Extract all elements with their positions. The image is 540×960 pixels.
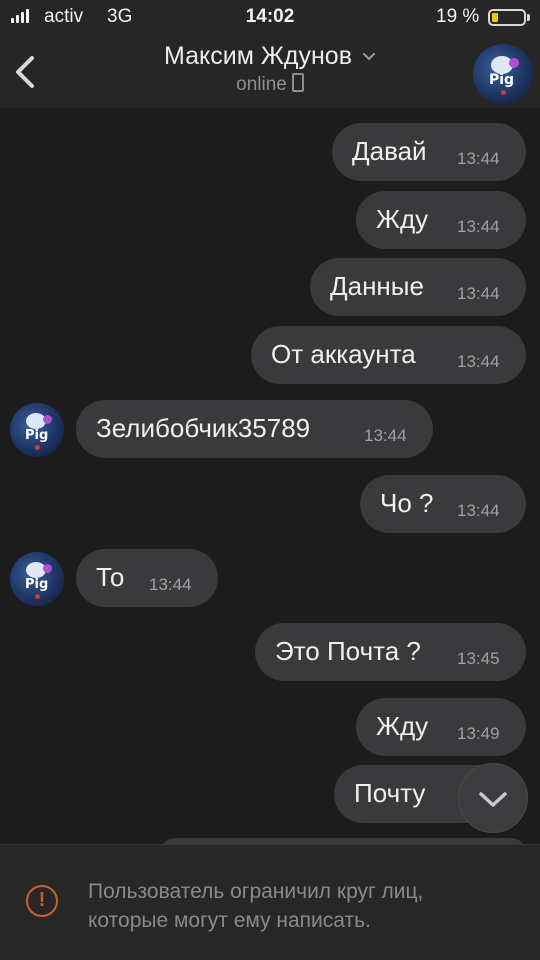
contact-name: Максим Ждунов xyxy=(164,42,352,70)
message-bubble-outgoing[interactable]: Жду 13:49 xyxy=(356,698,526,756)
status-text: online xyxy=(236,74,287,95)
restriction-line: Пользователь ограничил круг лиц, xyxy=(88,880,424,903)
message-bubble-incoming[interactable]: Зелибобчик35789 13:44 xyxy=(76,400,433,458)
message-bubble-outgoing[interactable]: Данные 13:44 xyxy=(310,258,526,316)
avatar-art xyxy=(43,415,52,424)
message-text: Жду xyxy=(376,204,429,234)
sender-avatar[interactable]: Pig xyxy=(10,403,64,457)
chevron-down-icon xyxy=(479,792,507,807)
sender-avatar[interactable]: Pig xyxy=(10,552,64,606)
exclamation-circle-icon: ! xyxy=(26,885,58,917)
battery-icon xyxy=(488,9,526,26)
restriction-line: которые могут ему написать. xyxy=(88,909,371,932)
chat-header: Максим Ждунов online Pig xyxy=(0,36,540,109)
message-time: 13:44 xyxy=(457,149,500,168)
avatar-label: Pig xyxy=(25,428,49,443)
avatar-label: Pig xyxy=(25,577,49,592)
avatar-art xyxy=(509,58,519,68)
battery-percent: 19 % xyxy=(436,6,480,27)
message-text: Давай xyxy=(352,136,427,166)
message-bubble-incoming[interactable]: То 13:44 xyxy=(76,549,218,607)
battery-tip xyxy=(527,14,530,21)
message-time: 13:44 xyxy=(457,284,500,303)
message-time: 13:44 xyxy=(457,352,500,371)
message-time: 13:44 xyxy=(149,575,192,594)
message-text: Жду xyxy=(376,711,429,741)
message-text: Данные xyxy=(330,271,424,301)
message-list[interactable]: Давай 13:44 Жду 13:44 Данные 13:44 От ак… xyxy=(0,108,540,868)
message-time: 13:44 xyxy=(364,426,407,445)
message-time: 13:44 xyxy=(457,217,500,236)
message-text: Зелибобчик35789 xyxy=(96,413,311,443)
status-bar: activ 3G 14:02 19 % xyxy=(0,0,540,36)
avatar-art xyxy=(35,594,40,599)
message-bubble-outgoing[interactable]: Жду 13:44 xyxy=(356,191,526,249)
message-text: От аккаунта xyxy=(271,339,416,369)
avatar-art xyxy=(43,564,52,573)
scroll-down-button[interactable] xyxy=(458,763,528,833)
contact-status: online xyxy=(0,73,540,96)
message-time: 13:44 xyxy=(457,501,500,520)
message-text: Это Почта ? xyxy=(275,636,421,666)
avatar-art xyxy=(501,90,506,95)
message-time: 13:49 xyxy=(457,724,500,743)
message-text: Чо ? xyxy=(380,488,434,518)
contact-avatar[interactable]: Pig xyxy=(473,44,533,104)
phone-icon xyxy=(291,73,304,93)
message-text: То xyxy=(96,562,125,592)
battery-fill xyxy=(492,13,498,22)
restriction-notice: ! Пользователь ограничил круг лиц, котор… xyxy=(0,844,540,960)
message-bubble-outgoing[interactable]: Давай 13:44 xyxy=(332,123,526,181)
message-bubble-outgoing[interactable]: От аккаунта 13:44 xyxy=(251,326,526,384)
restriction-text: Пользователь ограничил круг лиц, которые… xyxy=(88,877,508,935)
avatar-label: Pig xyxy=(489,72,515,88)
message-bubble-outgoing[interactable]: Чо ? 13:44 xyxy=(360,475,526,533)
chevron-down-icon xyxy=(363,53,375,61)
message-bubble-outgoing[interactable]: Это Почта ? 13:45 xyxy=(255,623,526,681)
message-time: 13:45 xyxy=(457,649,500,668)
chat-screen: activ 3G 14:02 19 % Максим Ждунов online… xyxy=(0,0,540,960)
contact-name-dropdown[interactable]: Максим Ждунов xyxy=(0,42,540,71)
avatar-art xyxy=(35,445,40,450)
message-text: Почту xyxy=(354,778,426,808)
